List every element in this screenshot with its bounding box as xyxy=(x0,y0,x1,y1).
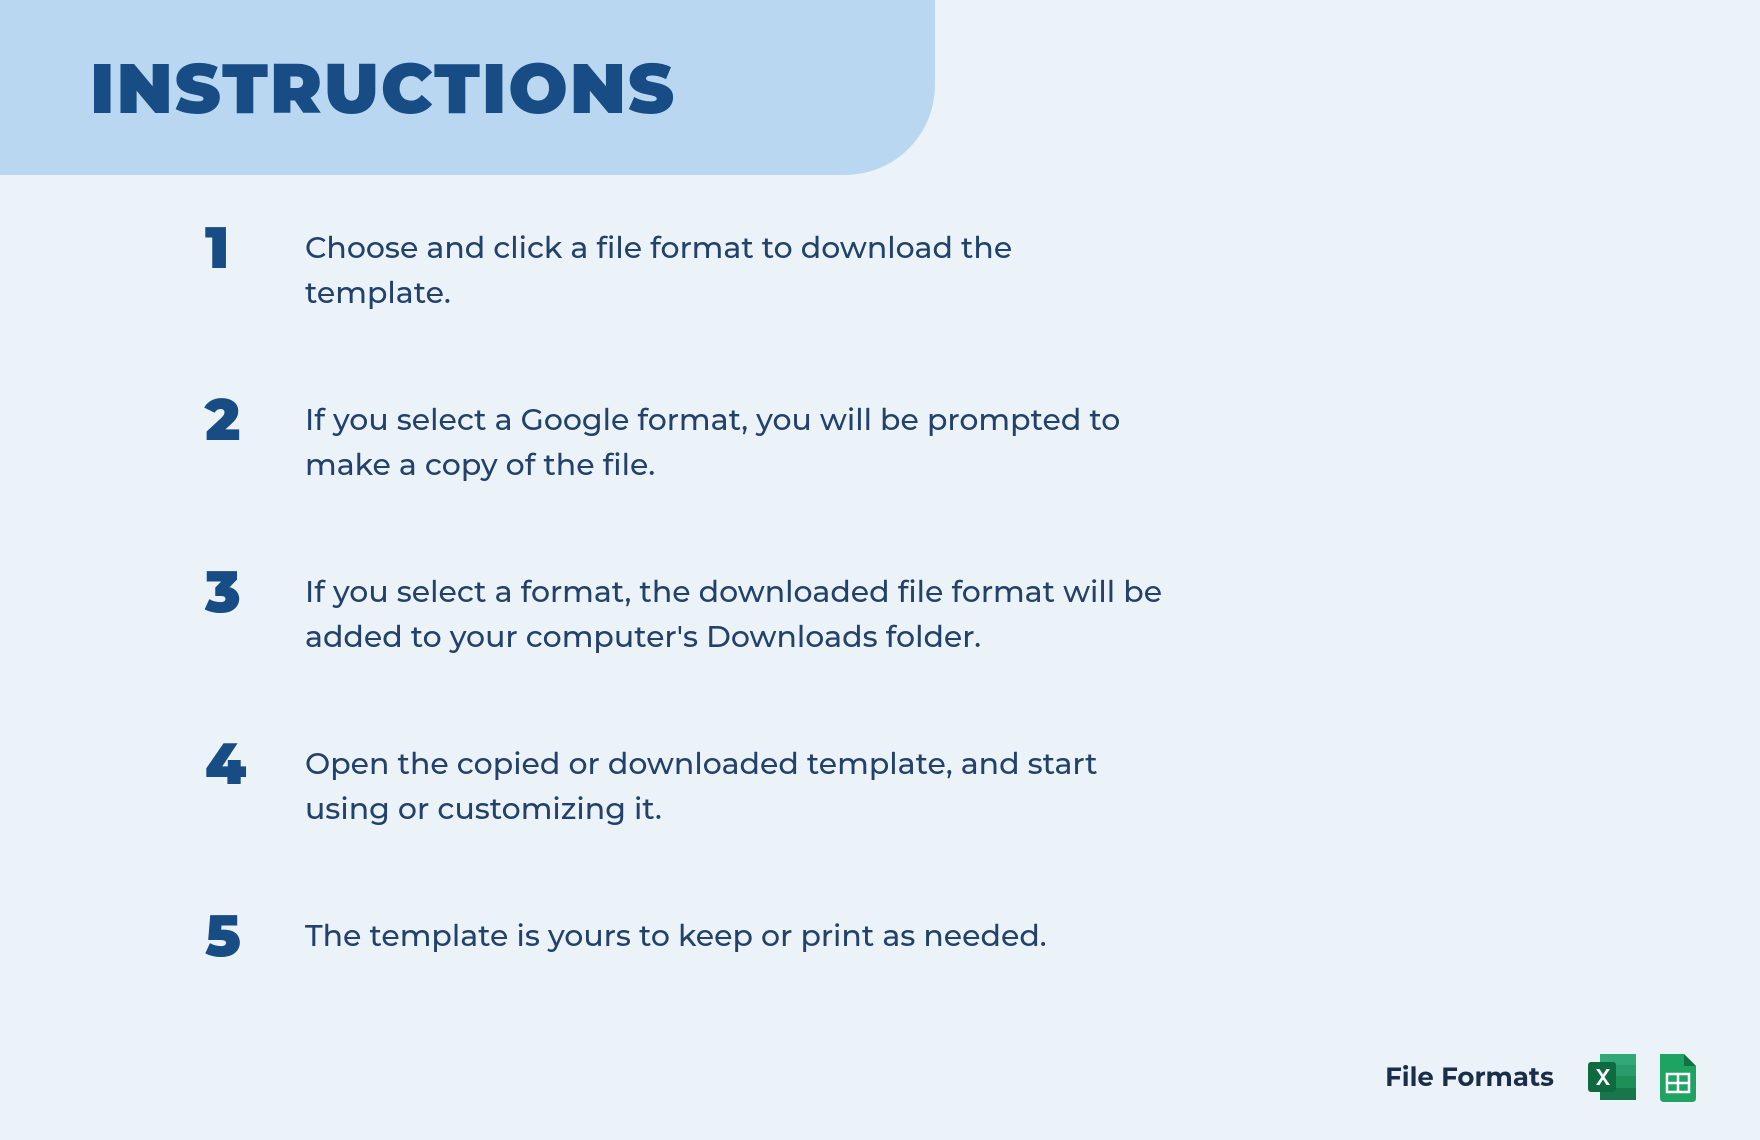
step-number: 3 xyxy=(205,563,305,621)
step-number: 2 xyxy=(205,391,305,449)
step-text: If you select a Google format, you will … xyxy=(305,397,1165,487)
step-text: The template is yours to keep or print a… xyxy=(305,913,1047,958)
step-text: Choose and click a file format to downlo… xyxy=(305,225,1165,315)
step-item: 5 The template is yours to keep or print… xyxy=(205,913,1460,971)
steps-list: 1 Choose and click a file format to down… xyxy=(205,225,1460,1053)
step-number: 4 xyxy=(205,735,305,793)
step-number: 5 xyxy=(205,907,305,965)
step-item: 3 If you select a format, the downloaded… xyxy=(205,569,1460,659)
step-number: 1 xyxy=(205,219,305,277)
file-formats-label: File Formats xyxy=(1385,1061,1554,1093)
step-text: Open the copied or downloaded template, … xyxy=(305,741,1165,831)
step-item: 4 Open the copied or downloaded template… xyxy=(205,741,1460,831)
file-formats-footer: File Formats xyxy=(1385,1050,1704,1104)
excel-icon[interactable] xyxy=(1586,1050,1640,1104)
title-bar: INSTRUCTIONS xyxy=(0,0,935,175)
page-title: INSTRUCTIONS xyxy=(90,45,676,131)
google-sheets-icon[interactable] xyxy=(1650,1050,1704,1104)
step-item: 1 Choose and click a file format to down… xyxy=(205,225,1460,315)
step-item: 2 If you select a Google format, you wil… xyxy=(205,397,1460,487)
step-text: If you select a format, the downloaded f… xyxy=(305,569,1165,659)
